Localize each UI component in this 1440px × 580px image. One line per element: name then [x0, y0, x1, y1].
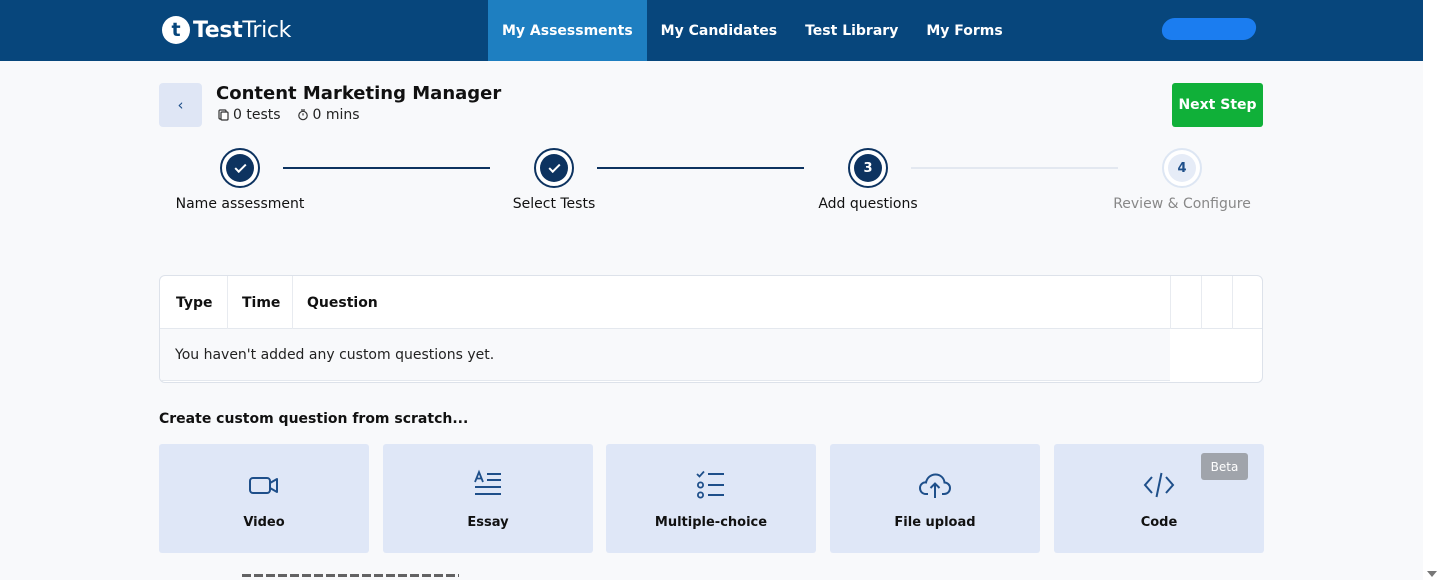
step-2-label: Select Tests: [512, 196, 596, 212]
checklist-icon: [696, 470, 724, 499]
next-section-title-cutoff: [159, 572, 459, 580]
step-2-indicator[interactable]: [534, 148, 574, 188]
beta-badge: Beta: [1201, 453, 1248, 480]
cloud-upload-icon: [918, 473, 952, 498]
question-type-file-upload[interactable]: File upload: [830, 444, 1040, 553]
test-document-icon: [218, 109, 229, 121]
column-divider: [227, 276, 228, 329]
column-divider: [1232, 276, 1233, 329]
user-account-menu[interactable]: [1160, 18, 1258, 40]
step-4-label: Review & Configure: [1113, 196, 1251, 212]
assessment-title: Content Marketing Manager: [216, 83, 502, 104]
vertical-scrollbar[interactable]: [1423, 0, 1440, 580]
question-type-code[interactable]: Beta Code: [1054, 444, 1264, 553]
card-label: Code: [1140, 515, 1178, 530]
step-number: 4: [1168, 154, 1196, 182]
top-navigation-bar: t TestTrick My Assessments My Candidates…: [0, 0, 1423, 61]
step-3-indicator[interactable]: 3: [848, 148, 888, 188]
column-type: Type: [176, 294, 213, 311]
column-time: Time: [242, 294, 281, 311]
question-type-essay[interactable]: Essay: [383, 444, 593, 553]
card-label: Video: [243, 515, 285, 530]
question-type-video[interactable]: Video: [159, 444, 369, 553]
section-title: Create custom question from scratch...: [159, 411, 469, 427]
card-label: Essay: [467, 515, 509, 530]
assessment-builder-page: t TestTrick My Assessments My Candidates…: [0, 0, 1423, 580]
column-divider: [1170, 276, 1171, 329]
assessment-meta: 0 tests 0 mins: [218, 107, 360, 123]
empty-state-message: You haven't added any custom questions y…: [160, 329, 1170, 381]
step-number: 3: [854, 154, 882, 182]
essay-text-icon: [474, 469, 501, 495]
step-connector: [283, 167, 490, 169]
nav-my-forms[interactable]: My Forms: [912, 0, 1016, 61]
chevron-left-icon: ‹: [177, 96, 184, 114]
card-label: Multiple-choice: [654, 515, 768, 530]
next-step-button[interactable]: Next Step: [1172, 83, 1263, 127]
column-divider: [292, 276, 293, 329]
custom-questions-table: Type Time Question You haven't added any…: [159, 275, 1263, 383]
step-1-indicator[interactable]: [220, 148, 260, 188]
step-3-label: Add questions: [818, 196, 918, 212]
back-button[interactable]: ‹: [159, 83, 202, 127]
step-connector: [597, 167, 804, 169]
logo-text: TestTrick: [193, 17, 292, 43]
nav-test-library[interactable]: Test Library: [791, 0, 912, 61]
question-type-multiple-choice[interactable]: Multiple-choice: [606, 444, 816, 553]
card-label: File upload: [894, 515, 976, 530]
testtrick-logo[interactable]: t TestTrick: [162, 15, 291, 45]
step-connector: [911, 167, 1118, 169]
nav-my-assessments[interactable]: My Assessments: [488, 0, 647, 61]
main-nav: My Assessments My Candidates Test Librar…: [488, 0, 1017, 61]
column-question: Question: [307, 294, 378, 311]
nav-my-candidates[interactable]: My Candidates: [647, 0, 791, 61]
scroll-down-arrow-icon[interactable]: [1427, 571, 1437, 577]
logo-mark-icon: t: [162, 16, 190, 44]
column-divider: [1201, 276, 1202, 329]
tests-count: 0 tests: [233, 107, 281, 123]
duration: 0 mins: [312, 107, 360, 123]
step-1-label: Name assessment: [175, 196, 305, 212]
table-header: Type Time Question: [160, 276, 1262, 329]
timer-icon: [297, 109, 308, 121]
checkmark-icon: [233, 160, 247, 173]
checkmark-icon: [547, 160, 561, 173]
step-4-indicator[interactable]: 4: [1162, 148, 1202, 188]
video-camera-icon: [249, 477, 278, 494]
code-brackets-icon: [1143, 472, 1175, 498]
